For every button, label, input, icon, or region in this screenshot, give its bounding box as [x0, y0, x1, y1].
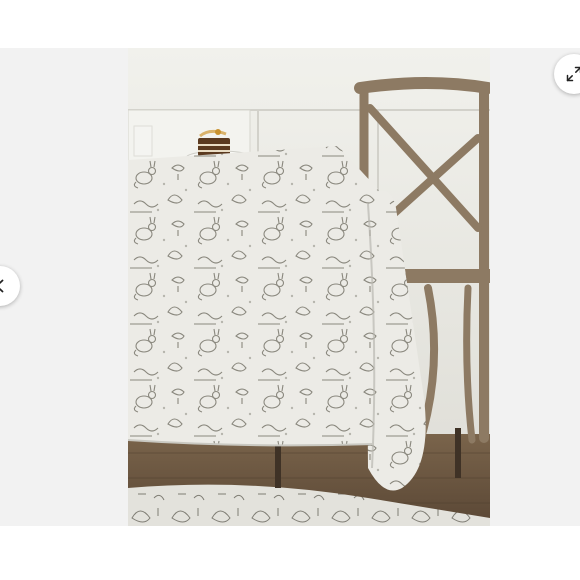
image-viewer: [0, 48, 580, 526]
tablecloth-scene: [128, 48, 490, 526]
expand-icon: [565, 65, 580, 83]
tablecloth: [128, 146, 426, 491]
product-photo: [128, 48, 490, 526]
expand-image-button[interactable]: [554, 54, 580, 94]
previous-image-button[interactable]: [0, 266, 20, 306]
chevron-left-icon: [0, 278, 8, 294]
